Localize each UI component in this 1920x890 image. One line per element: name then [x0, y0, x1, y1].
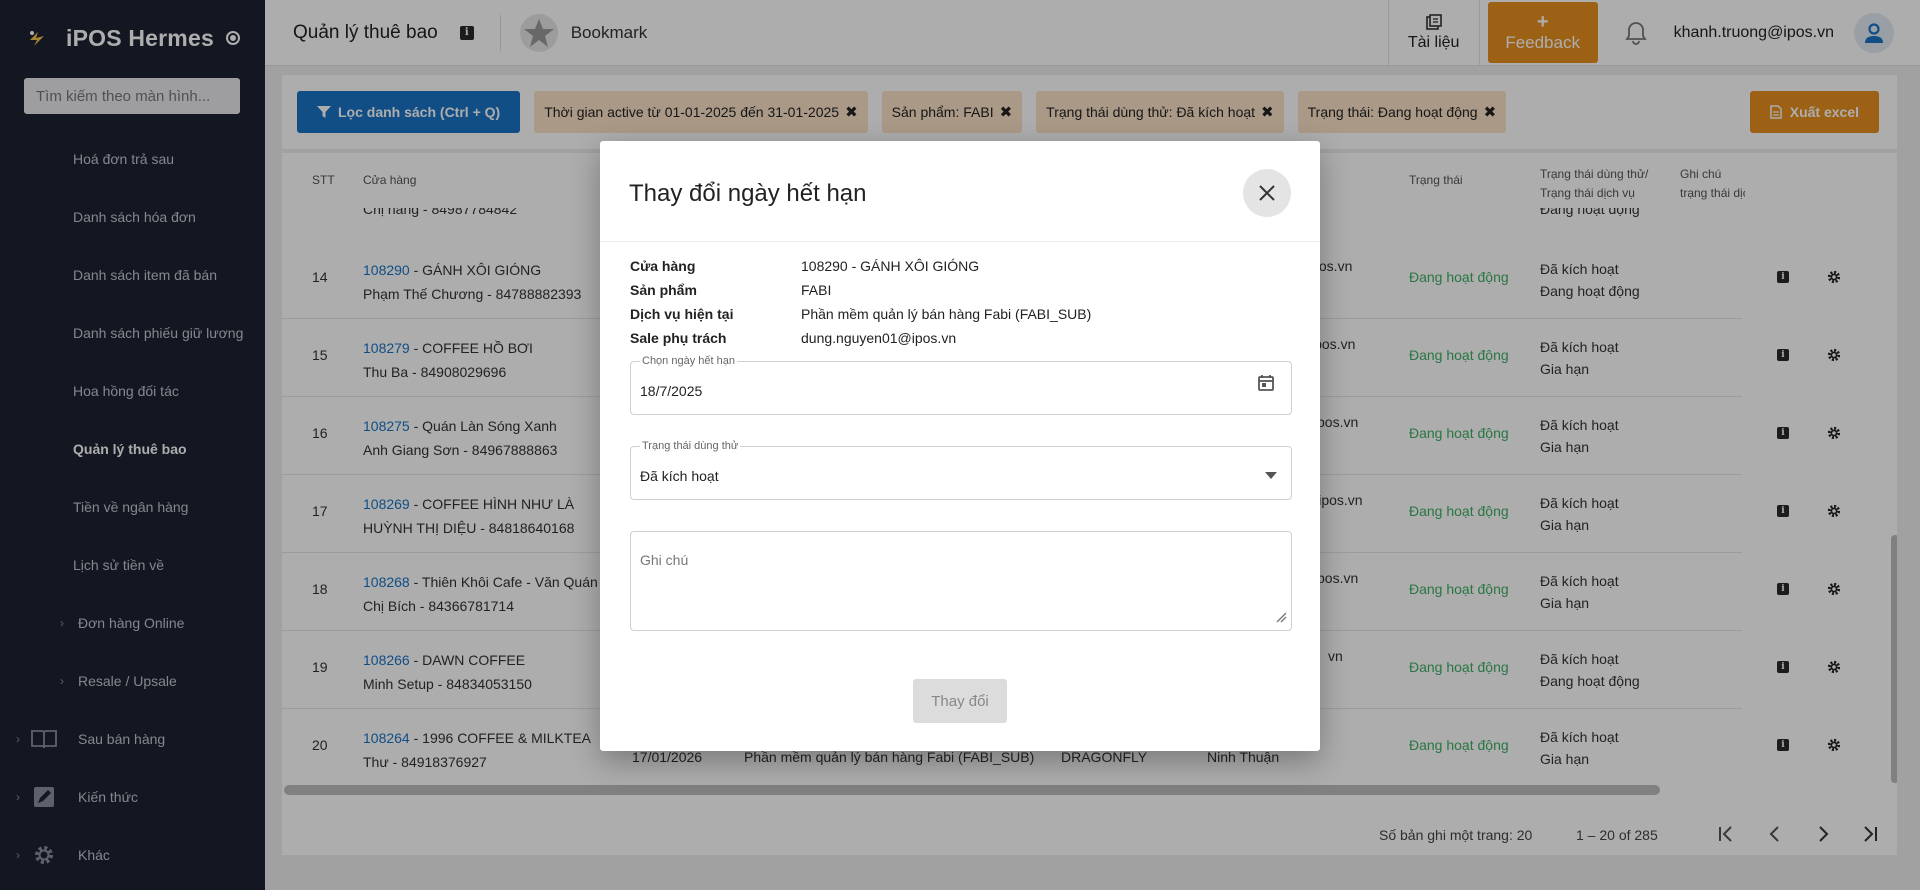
- note-placeholder: Ghi chú: [640, 552, 689, 568]
- info-value: 108290 - GÁNH XÔI GIÓNG: [801, 258, 980, 274]
- field-label: Chọn ngày hết hạn: [640, 355, 737, 367]
- info-key: Sản phẩm: [630, 282, 697, 298]
- trial-status-select[interactable]: Trạng thái dùng thử Đã kích hoạt: [630, 440, 1292, 500]
- info-value: dung.nguyen01@ipos.vn: [801, 330, 957, 346]
- calendar-icon[interactable]: [1257, 374, 1275, 395]
- field-value: Đã kích hoạt: [640, 468, 719, 484]
- field-value: 18/7/2025: [640, 383, 703, 399]
- info-row-store: Cửa hàng 108290 - GÁNH XÔI GIÓNG: [630, 254, 1091, 278]
- info-key: Cửa hàng: [630, 258, 696, 274]
- submit-button[interactable]: Thay đổi: [913, 679, 1007, 723]
- info-row-service: Dịch vụ hiện tại Phần mềm quản lý bán hàn…: [630, 302, 1091, 326]
- info-row-sale: Sale phụ trách dung.nguyen01@ipos.vn: [630, 326, 1091, 350]
- info-value: FABI: [801, 282, 832, 298]
- info-key: Dịch vụ hiện tại: [630, 306, 734, 322]
- expiry-date-field[interactable]: Chọn ngày hết hạn 18/7/2025: [630, 355, 1292, 415]
- info-key: Sale phụ trách: [630, 330, 727, 346]
- change-expiry-dialog: Thay đổi ngày hết hạn Cửa hàng 108290 - G…: [600, 141, 1320, 751]
- resize-handle-icon[interactable]: [1275, 610, 1287, 626]
- info-value: Phần mềm quản lý bán hàng Fabi (FABI_SUB…: [801, 306, 1092, 322]
- dialog-title: Thay đổi ngày hết hạn: [629, 180, 867, 207]
- note-textarea[interactable]: Ghi chú: [630, 531, 1292, 631]
- info-row-product: Sản phẩm FABI: [630, 278, 1091, 302]
- caret-down-icon: [1265, 467, 1277, 483]
- close-icon[interactable]: [1243, 169, 1291, 217]
- subscription-info: Cửa hàng 108290 - GÁNH XÔI GIÓNG Sản phẩm…: [630, 254, 1091, 350]
- dialog-header: Thay đổi ngày hết hạn: [600, 141, 1320, 242]
- field-label: Trạng thái dùng thử: [640, 440, 741, 452]
